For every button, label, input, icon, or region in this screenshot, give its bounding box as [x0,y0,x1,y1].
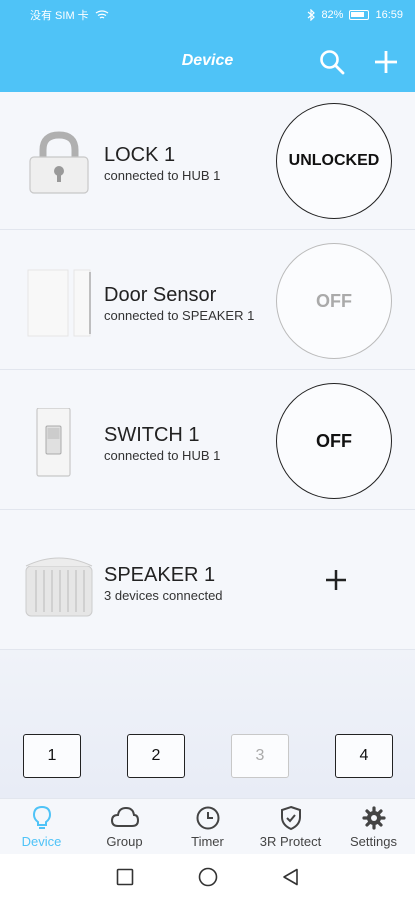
carrier-text: 没有 SIM 卡 [30,10,89,22]
device-connection: connected to HUB 1 [104,168,221,183]
lock-device-icon [29,131,89,194]
page-button-1[interactable]: 1 [23,734,81,778]
page-button-2[interactable]: 2 [127,734,185,778]
device-row-lock[interactable]: LOCK 1 connected to HUB 1 UNLOCKED [0,92,415,230]
device-row-door-sensor[interactable]: Door Sensor connected to SPEAKER 1 OFF [0,232,415,370]
door-sensor-icon [27,269,91,337]
tab-device[interactable]: Device [0,799,83,854]
wifi-icon [95,10,109,19]
page-button-3[interactable]: 3 [231,734,289,778]
shield-icon [280,805,301,831]
back-icon[interactable] [282,868,300,886]
device-list: LOCK 1 connected to HUB 1 UNLOCKED Door … [0,92,415,650]
add-device-button[interactable] [368,44,404,80]
device-row-switch[interactable]: SWITCH 1 connected to HUB 1 OFF [0,372,415,510]
recent-apps-icon[interactable] [116,868,134,886]
device-name: SPEAKER 1 [104,564,216,586]
clock-text: 16:59 [375,9,403,21]
battery-icon [349,10,370,20]
cloud-icon [110,806,139,827]
plus-icon [375,51,397,73]
speaker-device-icon [25,557,93,617]
status-left: 没有 SIM 卡 [30,7,109,23]
clock-icon [196,806,219,830]
device-row-speaker[interactable]: SPEAKER 1 3 devices connected + [0,512,415,650]
tab-timer[interactable]: Timer [166,799,249,854]
switch-device-icon [36,408,71,477]
page-selector: 1 2 3 4 [0,650,415,798]
device-connection: 3 devices connected [104,588,223,603]
device-connection: connected to HUB 1 [104,448,221,463]
system-nav-bar [0,854,415,900]
status-bar: 没有 SIM 卡 82% 16:59 [0,0,415,30]
search-icon [320,50,345,75]
tab-group[interactable]: Group [83,799,166,854]
tab-label: Group [106,834,143,849]
tab-3r-protect[interactable]: 3R Protect [249,799,332,854]
tab-label: 3R Protect [259,834,322,849]
search-button[interactable] [314,44,350,80]
speaker-add-button[interactable]: + [316,560,356,600]
status-right: 82% 16:59 [307,9,403,21]
lock-toggle-button[interactable]: UNLOCKED [276,103,392,219]
switch-toggle-button[interactable]: OFF [276,383,392,499]
page-button-4[interactable]: 4 [335,734,393,778]
device-name: SWITCH 1 [104,424,200,446]
device-name: Door Sensor [104,284,217,306]
battery-percent: 82% [321,9,344,21]
plus-icon [326,570,346,590]
bottom-tab-bar: Device Group Timer 3R Protect Settings [0,798,415,854]
tab-settings[interactable]: Settings [332,799,415,854]
door-sensor-toggle-button[interactable]: OFF [276,243,392,359]
bulb-icon [32,805,51,829]
tab-label: Timer [191,834,224,849]
app-bar: Device [0,30,415,92]
tab-label: Device [21,834,62,849]
device-connection: connected to SPEAKER 1 [104,308,255,323]
device-name: LOCK 1 [104,144,176,166]
tab-label: Settings [350,834,397,849]
gear-icon [361,806,386,830]
bluetooth-icon [308,9,316,21]
page-title: Device [181,52,234,69]
home-icon[interactable] [198,867,218,887]
